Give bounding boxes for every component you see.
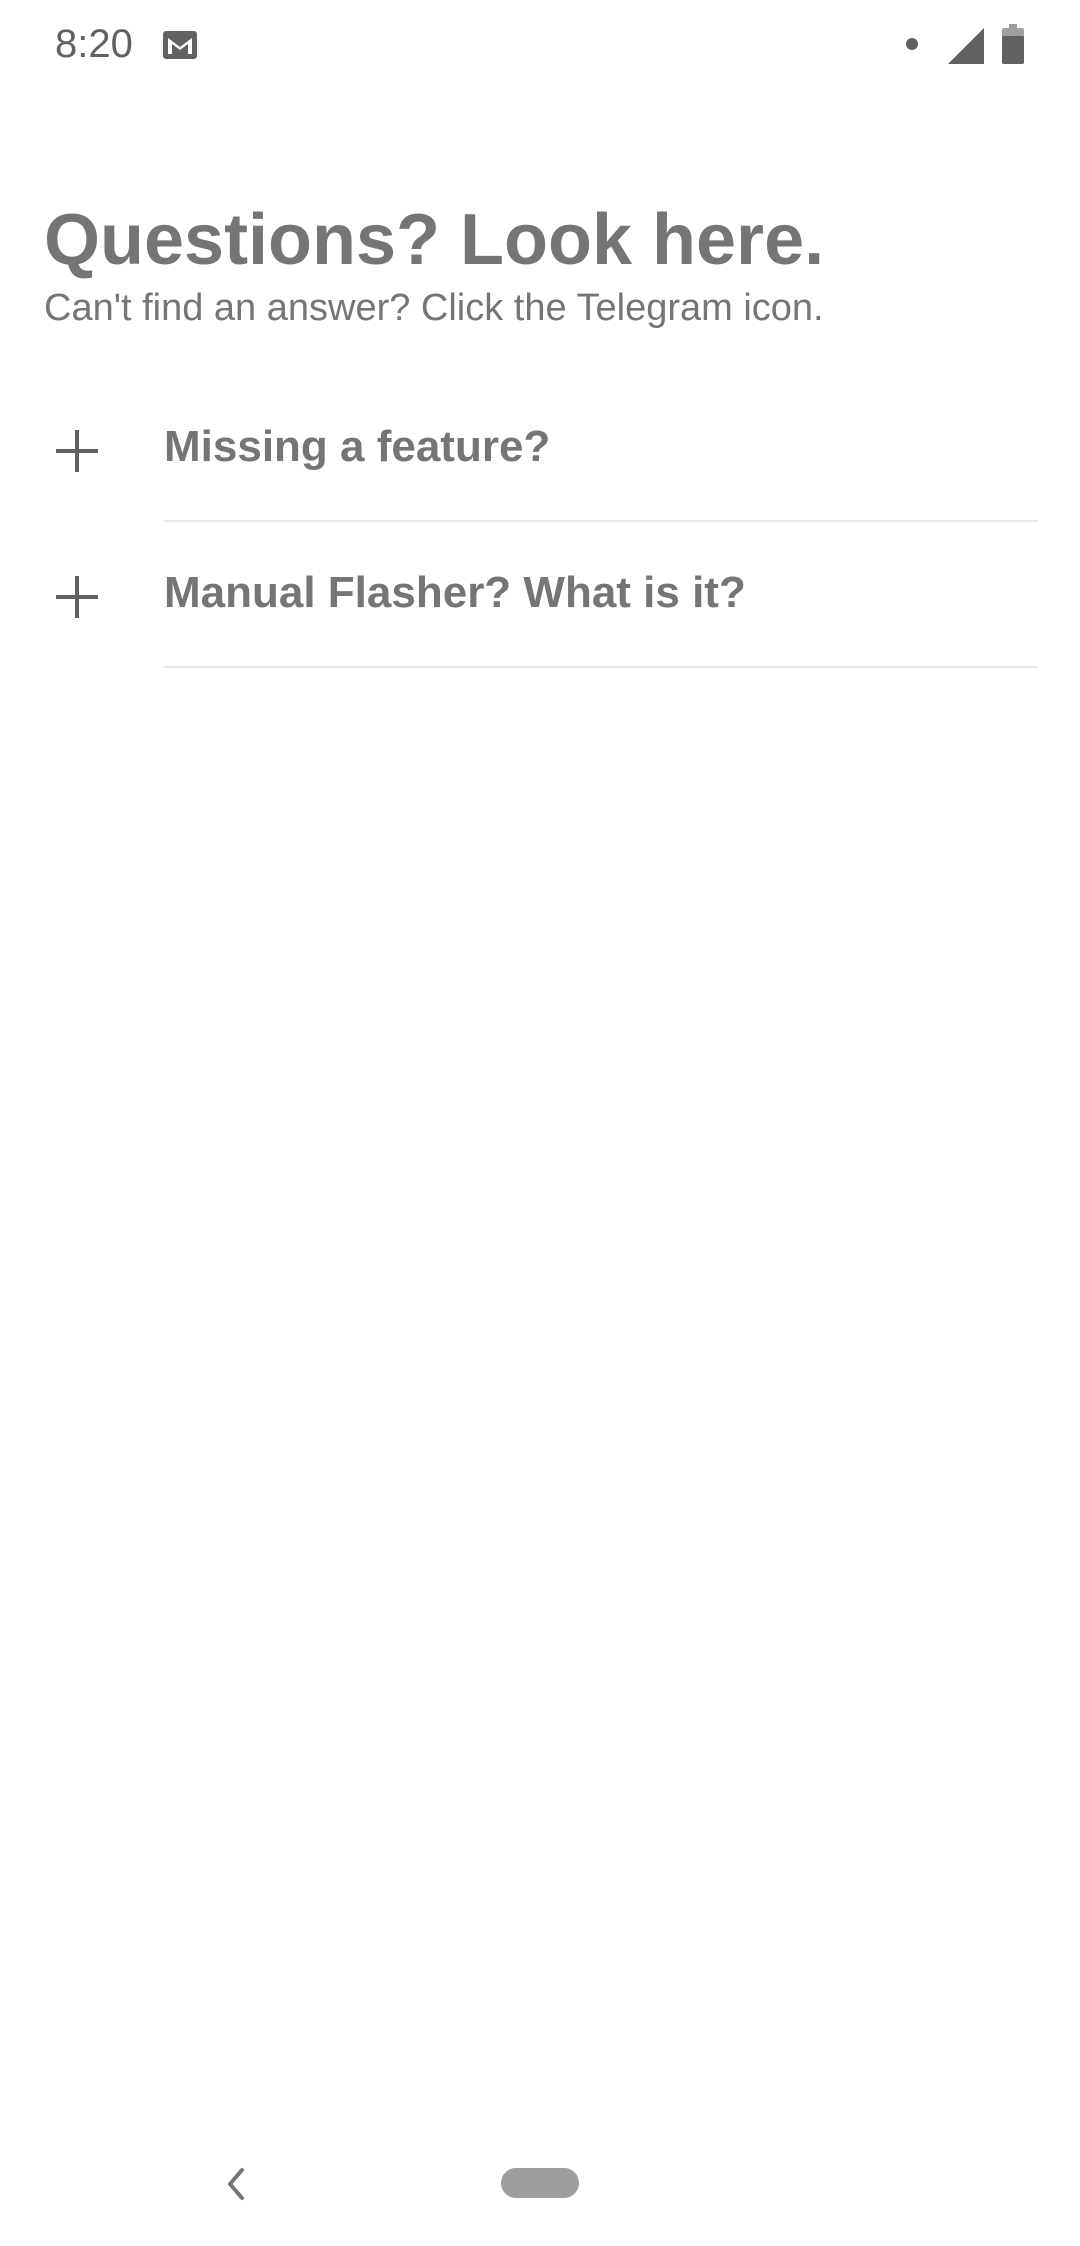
back-icon[interactable] (222, 2166, 250, 2202)
page-title: Questions? Look here. (44, 200, 825, 280)
battery-icon (1002, 24, 1024, 64)
signal-icon (948, 28, 984, 64)
page-subtitle: Can't find an answer? Click the Telegram… (44, 287, 824, 329)
faq-item-manual-flasher[interactable]: Manual Flasher? What is it? (0, 522, 1080, 668)
plus-icon[interactable] (56, 576, 98, 618)
faq-item-missing-feature[interactable]: Missing a feature? (0, 376, 1080, 522)
home-pill[interactable] (501, 2168, 579, 2198)
status-time: 8:20 (55, 22, 133, 66)
faq-question[interactable]: Missing a feature? (164, 420, 550, 474)
status-bar: 8:20 (0, 0, 1080, 92)
plus-icon[interactable] (56, 430, 98, 472)
gmail-icon (163, 31, 197, 59)
faq-question[interactable]: Manual Flasher? What is it? (164, 566, 746, 620)
faq-list: Missing a feature? Manual Flasher? What … (0, 376, 1080, 668)
navigation-bar (0, 2140, 1080, 2246)
divider (164, 666, 1038, 668)
dot-icon (906, 38, 918, 50)
